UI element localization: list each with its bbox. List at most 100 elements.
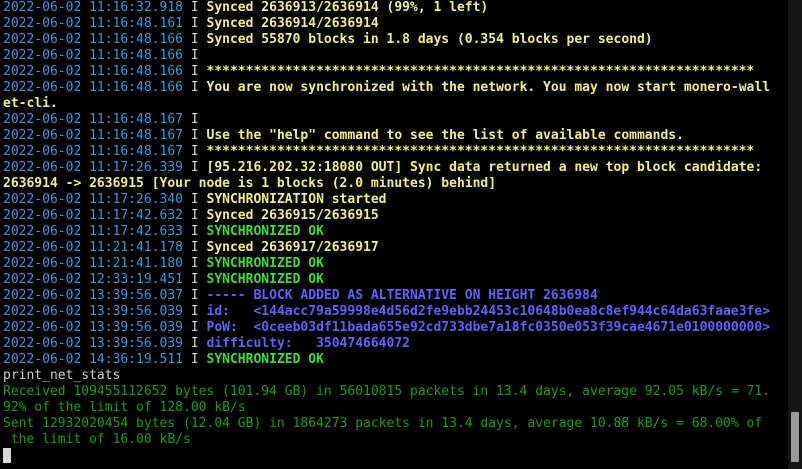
log-message: Synced 55870 blocks in 1.8 days (0.354 b… (206, 32, 653, 47)
log-line: 2022-06-02 11:17:26.339 I [95.216.202.32… (3, 160, 788, 176)
log-line: 2022-06-02 11:16:48.166 I **************… (3, 64, 788, 80)
log-timestamp: 2022-06-02 11:16:48.161 (3, 16, 184, 31)
log-level: I (190, 288, 199, 303)
log-timestamp: 2022-06-02 13:39:56.039 (3, 336, 184, 351)
log-continuation: Received 109455112652 bytes (101.94 GB) … (3, 384, 771, 399)
log-line: 2022-06-02 11:21:41.178 I Synced 2636917… (3, 240, 788, 256)
log-timestamp: 2022-06-02 11:17:42.632 (3, 208, 184, 223)
log-message: Synced 2636917/2636917 (206, 240, 379, 255)
log-timestamp: 2022-06-02 11:16:48.166 (3, 32, 184, 47)
log-message: Use the "help" command to see the list o… (206, 128, 684, 143)
log-timestamp: 2022-06-02 14:36:19.511 (3, 352, 184, 367)
log-message: id: <144acc79a59998e4d56d2fe9ebb24453c10… (206, 304, 771, 319)
log-continuation: Sent 12932020454 bytes (12.04 GB) in 186… (3, 416, 763, 431)
log-timestamp: 2022-06-02 11:17:26.340 (3, 192, 184, 207)
log-level: I (190, 128, 199, 143)
log-line: 2022-06-02 11:17:26.340 I SYNCHRONIZATIO… (3, 192, 788, 208)
log-line: print_net_stats (3, 368, 788, 384)
log-line: 2022-06-02 11:16:48.166 I You are now sy… (3, 80, 788, 96)
log-line: 2022-06-02 11:16:48.167 I (3, 112, 788, 128)
log-level: I (190, 240, 199, 255)
log-level: I (190, 192, 199, 207)
log-timestamp: 2022-06-02 11:16:48.167 (3, 144, 184, 159)
log-line: 2022-06-02 12:33:19.451 I SYNCHRONIZED O… (3, 272, 788, 288)
log-line: 2022-06-02 11:17:42.632 I Synced 2636915… (3, 208, 788, 224)
log-timestamp: 2022-06-02 11:21:41.178 (3, 240, 184, 255)
terminal-output[interactable]: 2022-06-02 11:16:32.918 I Synced 2636913… (0, 0, 788, 469)
log-line: 2022-06-02 13:39:56.039 I difficulty: 35… (3, 336, 788, 352)
log-timestamp: 2022-06-02 13:39:56.037 (3, 288, 184, 303)
log-message: SYNCHRONIZED OK (206, 352, 324, 367)
log-line: 92% of the limit of 128.00 kB/s (3, 400, 788, 416)
log-line: 2022-06-02 11:16:48.167 I **************… (3, 144, 788, 160)
log-timestamp: 2022-06-02 11:17:42.633 (3, 224, 184, 239)
log-timestamp: 2022-06-02 11:16:48.166 (3, 48, 184, 63)
log-continuation: print_net_stats (3, 368, 121, 383)
log-message: [95.216.202.32:18080 OUT] Sync data retu… (206, 160, 763, 175)
log-message: You are now synchronized with the networ… (206, 80, 771, 95)
log-message: PoW: <0ceeb03df11bada655e92cd733dbe7a18f… (206, 320, 771, 335)
log-level: I (190, 16, 199, 31)
log-message: Synced 2636914/2636914 (206, 16, 379, 31)
log-line: et-cli. (3, 96, 788, 112)
log-message: SYNCHRONIZED OK (206, 224, 324, 239)
log-continuation: 2636914 -> 2636915 [Your node is 1 block… (3, 176, 497, 191)
terminal-scrollbar[interactable] (788, 0, 802, 469)
log-line: 2022-06-02 11:16:48.166 I (3, 48, 788, 64)
log-message: ****************************************… (206, 64, 755, 79)
log-timestamp: 2022-06-02 11:16:48.166 (3, 80, 184, 95)
log-message: Synced 2636915/2636915 (206, 208, 379, 223)
log-level: I (190, 80, 199, 95)
log-continuation: et-cli. (3, 96, 58, 111)
log-level: I (190, 0, 199, 15)
log-line: 2022-06-02 11:21:41.180 I SYNCHRONIZED O… (3, 256, 788, 272)
log-level: I (190, 32, 199, 47)
log-line: 2022-06-02 14:36:19.511 I SYNCHRONIZED O… (3, 352, 788, 368)
log-line: 2022-06-02 13:39:56.037 I ----- BLOCK AD… (3, 288, 788, 304)
log-level: I (190, 208, 199, 223)
command-prompt[interactable] (3, 448, 788, 464)
log-line: 2022-06-02 13:39:56.039 I PoW: <0ceeb03d… (3, 320, 788, 336)
log-level: I (190, 160, 199, 175)
log-line: 2636914 -> 2636915 [Your node is 1 block… (3, 176, 788, 192)
log-line: Received 109455112652 bytes (101.94 GB) … (3, 384, 788, 400)
log-level: I (190, 48, 199, 63)
log-line: 2022-06-02 13:39:56.039 I id: <144acc79a… (3, 304, 788, 320)
log-message: Synced 2636913/2636914 (99%, 1 left) (206, 0, 489, 15)
log-message: SYNCHRONIZED OK (206, 256, 324, 271)
log-level: I (190, 336, 199, 351)
log-level: I (190, 224, 199, 239)
log-level: I (190, 144, 199, 159)
log-line: 2022-06-02 11:16:48.167 I Use the "help"… (3, 128, 788, 144)
log-continuation: 92% of the limit of 128.00 kB/s (3, 400, 246, 415)
log-level: I (190, 256, 199, 271)
log-line: Sent 12932020454 bytes (12.04 GB) in 186… (3, 416, 788, 432)
log-timestamp: 2022-06-02 11:16:32.918 (3, 0, 184, 15)
log-level: I (190, 112, 199, 127)
log-level: I (190, 304, 199, 319)
log-message: ----- BLOCK ADDED AS ALTERNATIVE ON HEIG… (206, 288, 598, 303)
log-line: 2022-06-02 11:16:32.918 I Synced 2636913… (3, 0, 788, 16)
log-message: SYNCHRONIZATION started (206, 192, 387, 207)
log-line: the limit of 16.00 kB/s (3, 432, 788, 448)
log-timestamp: 2022-06-02 11:16:48.167 (3, 112, 184, 127)
log-timestamp: 2022-06-02 12:33:19.451 (3, 272, 184, 287)
log-level: I (190, 320, 199, 335)
log-line: 2022-06-02 11:16:48.166 I Synced 55870 b… (3, 32, 788, 48)
log-message: ****************************************… (206, 144, 755, 159)
log-timestamp: 2022-06-02 11:17:26.339 (3, 160, 184, 175)
log-continuation: the limit of 16.00 kB/s (3, 432, 191, 447)
log-line: 2022-06-02 11:16:48.161 I Synced 2636914… (3, 16, 788, 32)
log-timestamp: 2022-06-02 11:21:41.180 (3, 256, 184, 271)
log-level: I (190, 64, 199, 79)
text-cursor (3, 448, 11, 463)
log-timestamp: 2022-06-02 11:16:48.167 (3, 128, 184, 143)
log-level: I (190, 352, 199, 367)
log-timestamp: 2022-06-02 11:16:48.166 (3, 64, 184, 79)
log-line: 2022-06-02 11:17:42.633 I SYNCHRONIZED O… (3, 224, 788, 240)
scrollbar-thumb[interactable] (791, 412, 799, 462)
log-message: SYNCHRONIZED OK (206, 272, 324, 287)
log-timestamp: 2022-06-02 13:39:56.039 (3, 320, 184, 335)
log-timestamp: 2022-06-02 13:39:56.039 (3, 304, 184, 319)
log-level: I (190, 272, 199, 287)
